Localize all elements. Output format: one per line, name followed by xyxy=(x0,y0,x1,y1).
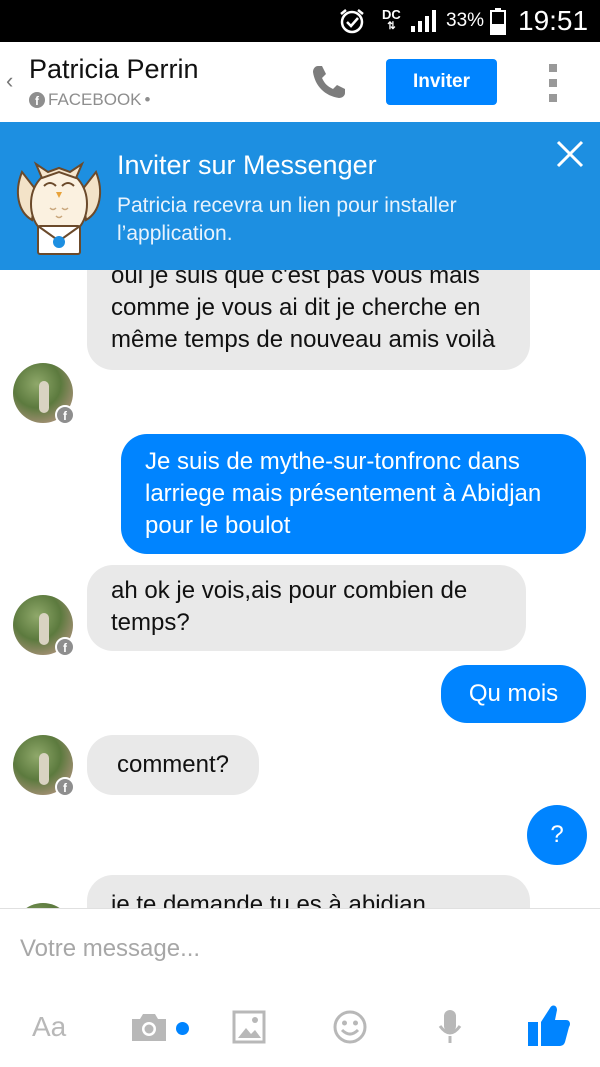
smiley-icon[interactable] xyxy=(332,1007,368,1047)
message-outgoing[interactable]: ? xyxy=(527,805,587,865)
battery-icon xyxy=(490,0,506,42)
data-arrows-icon: ⇅ xyxy=(387,21,396,32)
network-label: DC xyxy=(382,7,401,22)
banner-title: Inviter sur Messenger xyxy=(117,150,377,180)
chevron-left-icon[interactable]: ‹ xyxy=(6,68,13,94)
battery-percent: 33% xyxy=(446,10,485,31)
message-text: Qu mois xyxy=(468,680,559,707)
signal-bars-icon xyxy=(410,0,438,42)
facebook-icon: f xyxy=(29,92,45,108)
message-text: je te demande tu es à abidjan xyxy=(111,891,426,908)
facebook-badge-icon: f xyxy=(55,405,75,425)
status-bar: DC ⇅ 33% 19:51 xyxy=(0,0,600,42)
message-composer: Aa xyxy=(0,908,600,1067)
message-text: ? xyxy=(550,821,564,848)
avatar[interactable]: f xyxy=(13,735,75,797)
message-incoming[interactable]: oui je suis que c'est pas vous mais comm… xyxy=(87,270,530,370)
invite-button[interactable]: Inviter xyxy=(386,59,497,105)
conversation-header: ‹ Patricia Perrin f FACEBOOK • Inviter xyxy=(0,42,600,122)
contact-name[interactable]: Patricia Perrin xyxy=(29,54,199,85)
message-outgoing[interactable]: Je suis de mythe-sur-tonfronc dans larri… xyxy=(121,434,586,554)
text-format-button[interactable]: Aa xyxy=(32,1007,66,1047)
camera-icon[interactable] xyxy=(128,1007,170,1047)
message-text: comment? xyxy=(116,751,230,778)
facebook-badge-icon: f xyxy=(55,777,75,797)
clock-time: 19:51 xyxy=(518,5,589,36)
message-incoming[interactable]: je te demande tu es à abidjan xyxy=(87,875,530,908)
message-list[interactable]: oui je suis que c'est pas vous mais comm… xyxy=(0,270,600,908)
banner-body: Patricia recevra un lien pour installer … xyxy=(117,194,457,245)
message-text: Je suis de mythe-sur-tonfronc dans larri… xyxy=(145,448,542,539)
thumbs-up-icon[interactable] xyxy=(526,1001,572,1049)
message-incoming[interactable]: comment? xyxy=(87,735,259,795)
message-outgoing[interactable]: Qu mois xyxy=(441,665,586,723)
contact-source: f FACEBOOK • xyxy=(29,90,150,110)
alarm-clock-icon xyxy=(338,0,366,42)
avatar[interactable]: f xyxy=(13,595,75,657)
avatar[interactable]: f xyxy=(13,363,75,425)
phone-icon[interactable] xyxy=(309,62,349,107)
network-type: DC ⇅ xyxy=(382,0,401,42)
invite-banner: Inviter sur Messenger Patricia recevra u… xyxy=(0,122,600,270)
microphone-icon[interactable] xyxy=(437,1007,463,1047)
message-incoming[interactable]: ah ok je vois,ais pour combien de temps? xyxy=(87,565,526,651)
camera-indicator-dot xyxy=(176,1022,189,1035)
message-text: oui je suis que c'est pas vous mais comm… xyxy=(111,270,496,353)
more-vertical-icon[interactable] xyxy=(546,64,560,102)
source-label: FACEBOOK xyxy=(48,90,142,109)
message-text: ah ok je vois,ais pour combien de temps? xyxy=(111,577,468,636)
image-icon[interactable] xyxy=(232,1007,266,1047)
message-input[interactable] xyxy=(20,931,580,967)
owl-mascot-icon xyxy=(14,142,104,267)
facebook-badge-icon: f xyxy=(55,637,75,657)
source-suffix: • xyxy=(144,90,151,109)
close-icon[interactable] xyxy=(552,136,588,172)
